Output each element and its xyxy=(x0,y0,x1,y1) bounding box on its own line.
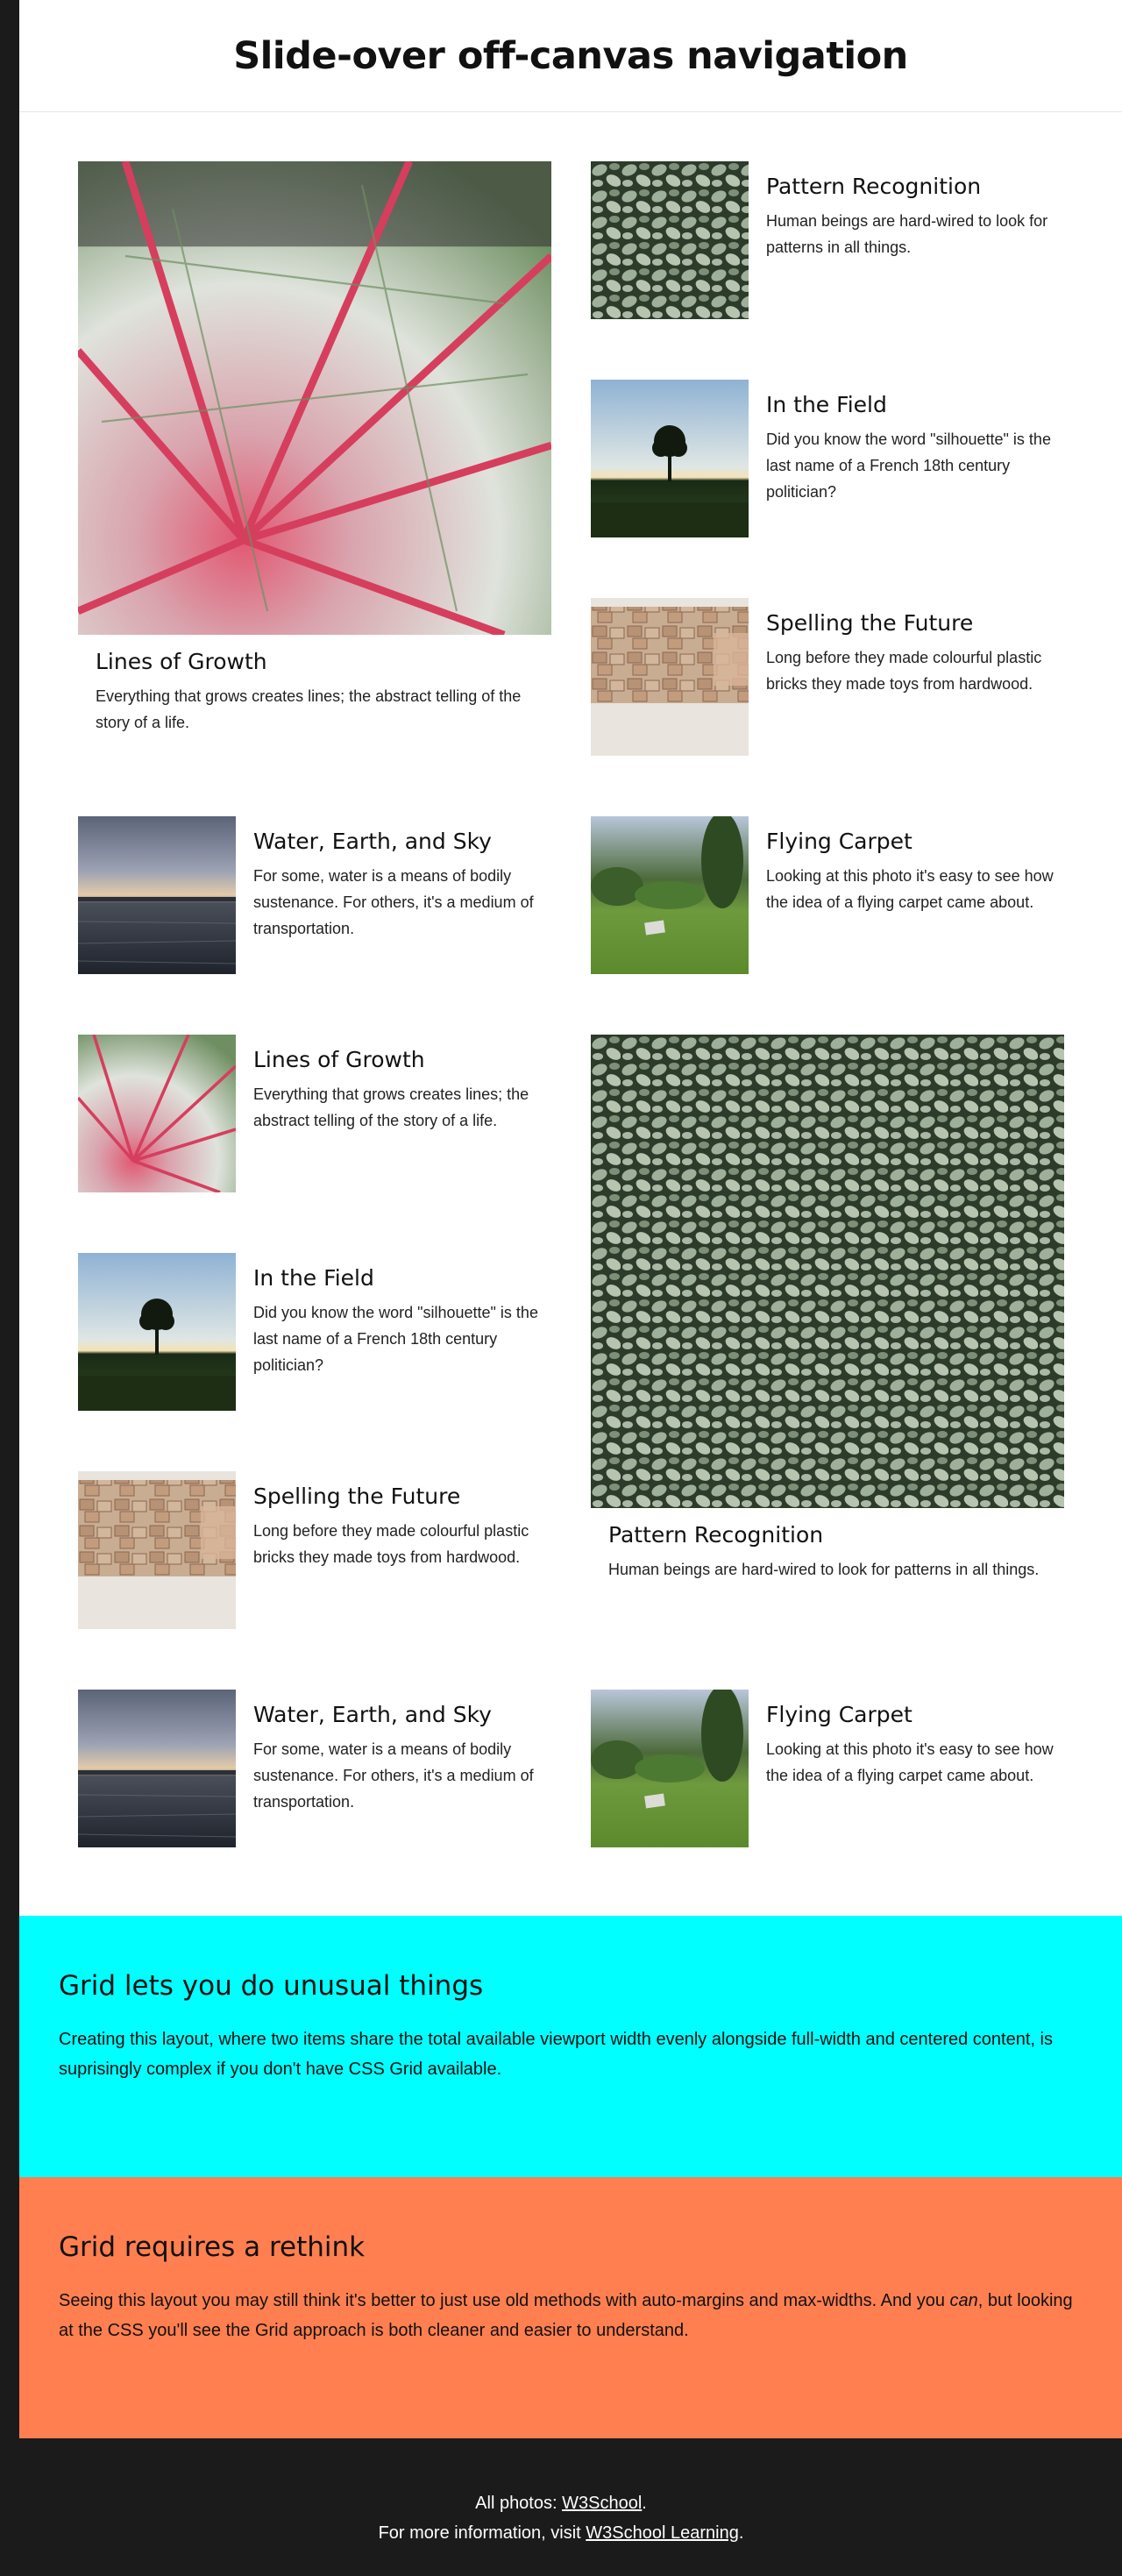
lake-sunset-image xyxy=(78,1690,236,1847)
section-heading: Grid requires a rethink xyxy=(59,2231,366,2263)
card-title: In the Field xyxy=(766,392,887,417)
page-footer: All photos: W3School. For more informati… xyxy=(0,2438,1122,2576)
footer-photos-suffix: . xyxy=(642,2494,647,2513)
card-body: Spelling the Future Long before they mad… xyxy=(253,1484,551,1570)
tree-silhouette-field-image xyxy=(591,380,749,537)
wooden-blocks-image xyxy=(591,598,749,756)
card-title: Flying Carpet xyxy=(766,1702,913,1727)
card-text: Did you know the word "silhouette" is th… xyxy=(766,431,1051,501)
card-body: Flying Carpet Looking at this photo it's… xyxy=(766,1702,1064,1789)
grid-unusual-section: Grid lets you do unusual things Creating… xyxy=(19,1916,1122,2177)
pink-veined-leaf-image xyxy=(78,161,551,635)
card-text: Looking at this photo it's easy to see h… xyxy=(766,1740,1054,1784)
card-title: Pattern Recognition xyxy=(608,1522,824,1548)
green-garden-image xyxy=(591,816,749,974)
card-title: Spelling the Future xyxy=(253,1484,461,1509)
page-header: Slide-over off-canvas navigation xyxy=(19,0,1122,112)
card-body: In the Field Did you know the word "silh… xyxy=(253,1265,551,1378)
card-text: For some, water is a means of bodily sus… xyxy=(253,1740,534,1811)
card-text: Everything that grows creates lines; the… xyxy=(96,687,522,731)
variegated-leaves-image xyxy=(591,161,749,319)
footer-info-prefix: For more information, visit xyxy=(378,2523,586,2543)
card-text: Everything that grows creates lines; the… xyxy=(253,1085,529,1129)
card-body: Lines of Growth Everything that grows cr… xyxy=(253,1047,551,1134)
lake-sunset-image xyxy=(78,816,236,974)
card-body: Water, Earth, and Sky For some, water is… xyxy=(253,1702,551,1815)
page-title: Slide-over off-canvas navigation xyxy=(233,33,908,78)
card-title: Lines of Growth xyxy=(96,649,267,674)
card-title: In the Field xyxy=(253,1265,374,1291)
card-title: Pattern Recognition xyxy=(766,174,982,199)
footer-photos-prefix: All photos: xyxy=(475,2494,563,2513)
card-body: Pattern Recognition Human beings are har… xyxy=(608,1522,1055,1583)
card-title: Water, Earth, and Sky xyxy=(253,829,492,854)
grid-rethink-section: Grid requires a rethink Seeing this layo… xyxy=(19,2177,1122,2438)
section-text: Creating this layout, where two items sh… xyxy=(59,2030,1053,2079)
variegated-leaves-image xyxy=(591,1035,1064,1508)
footer-info-suffix: . xyxy=(738,2523,744,2543)
card-body: Flying Carpet Looking at this photo it's… xyxy=(766,829,1064,915)
main-page: Slide-over off-canvas navigation Lines o… xyxy=(19,0,1122,1916)
footer-photos-line: All photos: W3School. xyxy=(0,2488,1122,2518)
section-text-emphasis: can xyxy=(949,2291,978,2310)
left-rail xyxy=(0,0,19,2576)
card-title: Flying Carpet xyxy=(766,829,913,854)
card-text: Human beings are hard-wired to look for … xyxy=(766,212,1048,256)
footer-info-line: For more information, visit W3School Lea… xyxy=(0,2518,1122,2548)
card-body: In the Field Did you know the word "silh… xyxy=(766,392,1064,505)
card-text: For some, water is a means of bodily sus… xyxy=(253,867,534,937)
card-text: Long before they made colourful plastic … xyxy=(253,1522,529,1566)
pink-veined-leaf-image xyxy=(78,1035,236,1192)
tree-silhouette-field-image xyxy=(78,1253,236,1411)
card-title: Spelling the Future xyxy=(766,610,974,636)
card-body: Water, Earth, and Sky For some, water is… xyxy=(253,829,551,942)
footer-info-link[interactable]: W3School Learning xyxy=(586,2523,739,2543)
section-text-before: Seeing this layout you may still think i… xyxy=(59,2291,950,2310)
card-text: Long before they made colourful plastic … xyxy=(766,649,1042,693)
card-title: Water, Earth, and Sky xyxy=(253,1702,492,1727)
card-grid: Lines of Growth Everything that grows cr… xyxy=(19,112,1122,1916)
green-garden-image xyxy=(591,1690,749,1847)
card-text: Did you know the word "silhouette" is th… xyxy=(253,1304,538,1374)
wooden-blocks-image xyxy=(78,1471,236,1629)
card-title: Lines of Growth xyxy=(253,1047,425,1072)
card-body: Pattern Recognition Human beings are har… xyxy=(766,174,1064,260)
card-text: Human beings are hard-wired to look for … xyxy=(608,1561,1040,1578)
card-body: Lines of Growth Everything that grows cr… xyxy=(96,649,543,736)
footer-photos-link[interactable]: W3School xyxy=(562,2494,642,2513)
card-body: Spelling the Future Long before they mad… xyxy=(766,610,1064,697)
card-text: Looking at this photo it's easy to see h… xyxy=(766,867,1054,911)
section-text: Seeing this layout you may still think i… xyxy=(59,2286,1083,2345)
section-heading: Grid lets you do unusual things xyxy=(59,1970,484,2002)
